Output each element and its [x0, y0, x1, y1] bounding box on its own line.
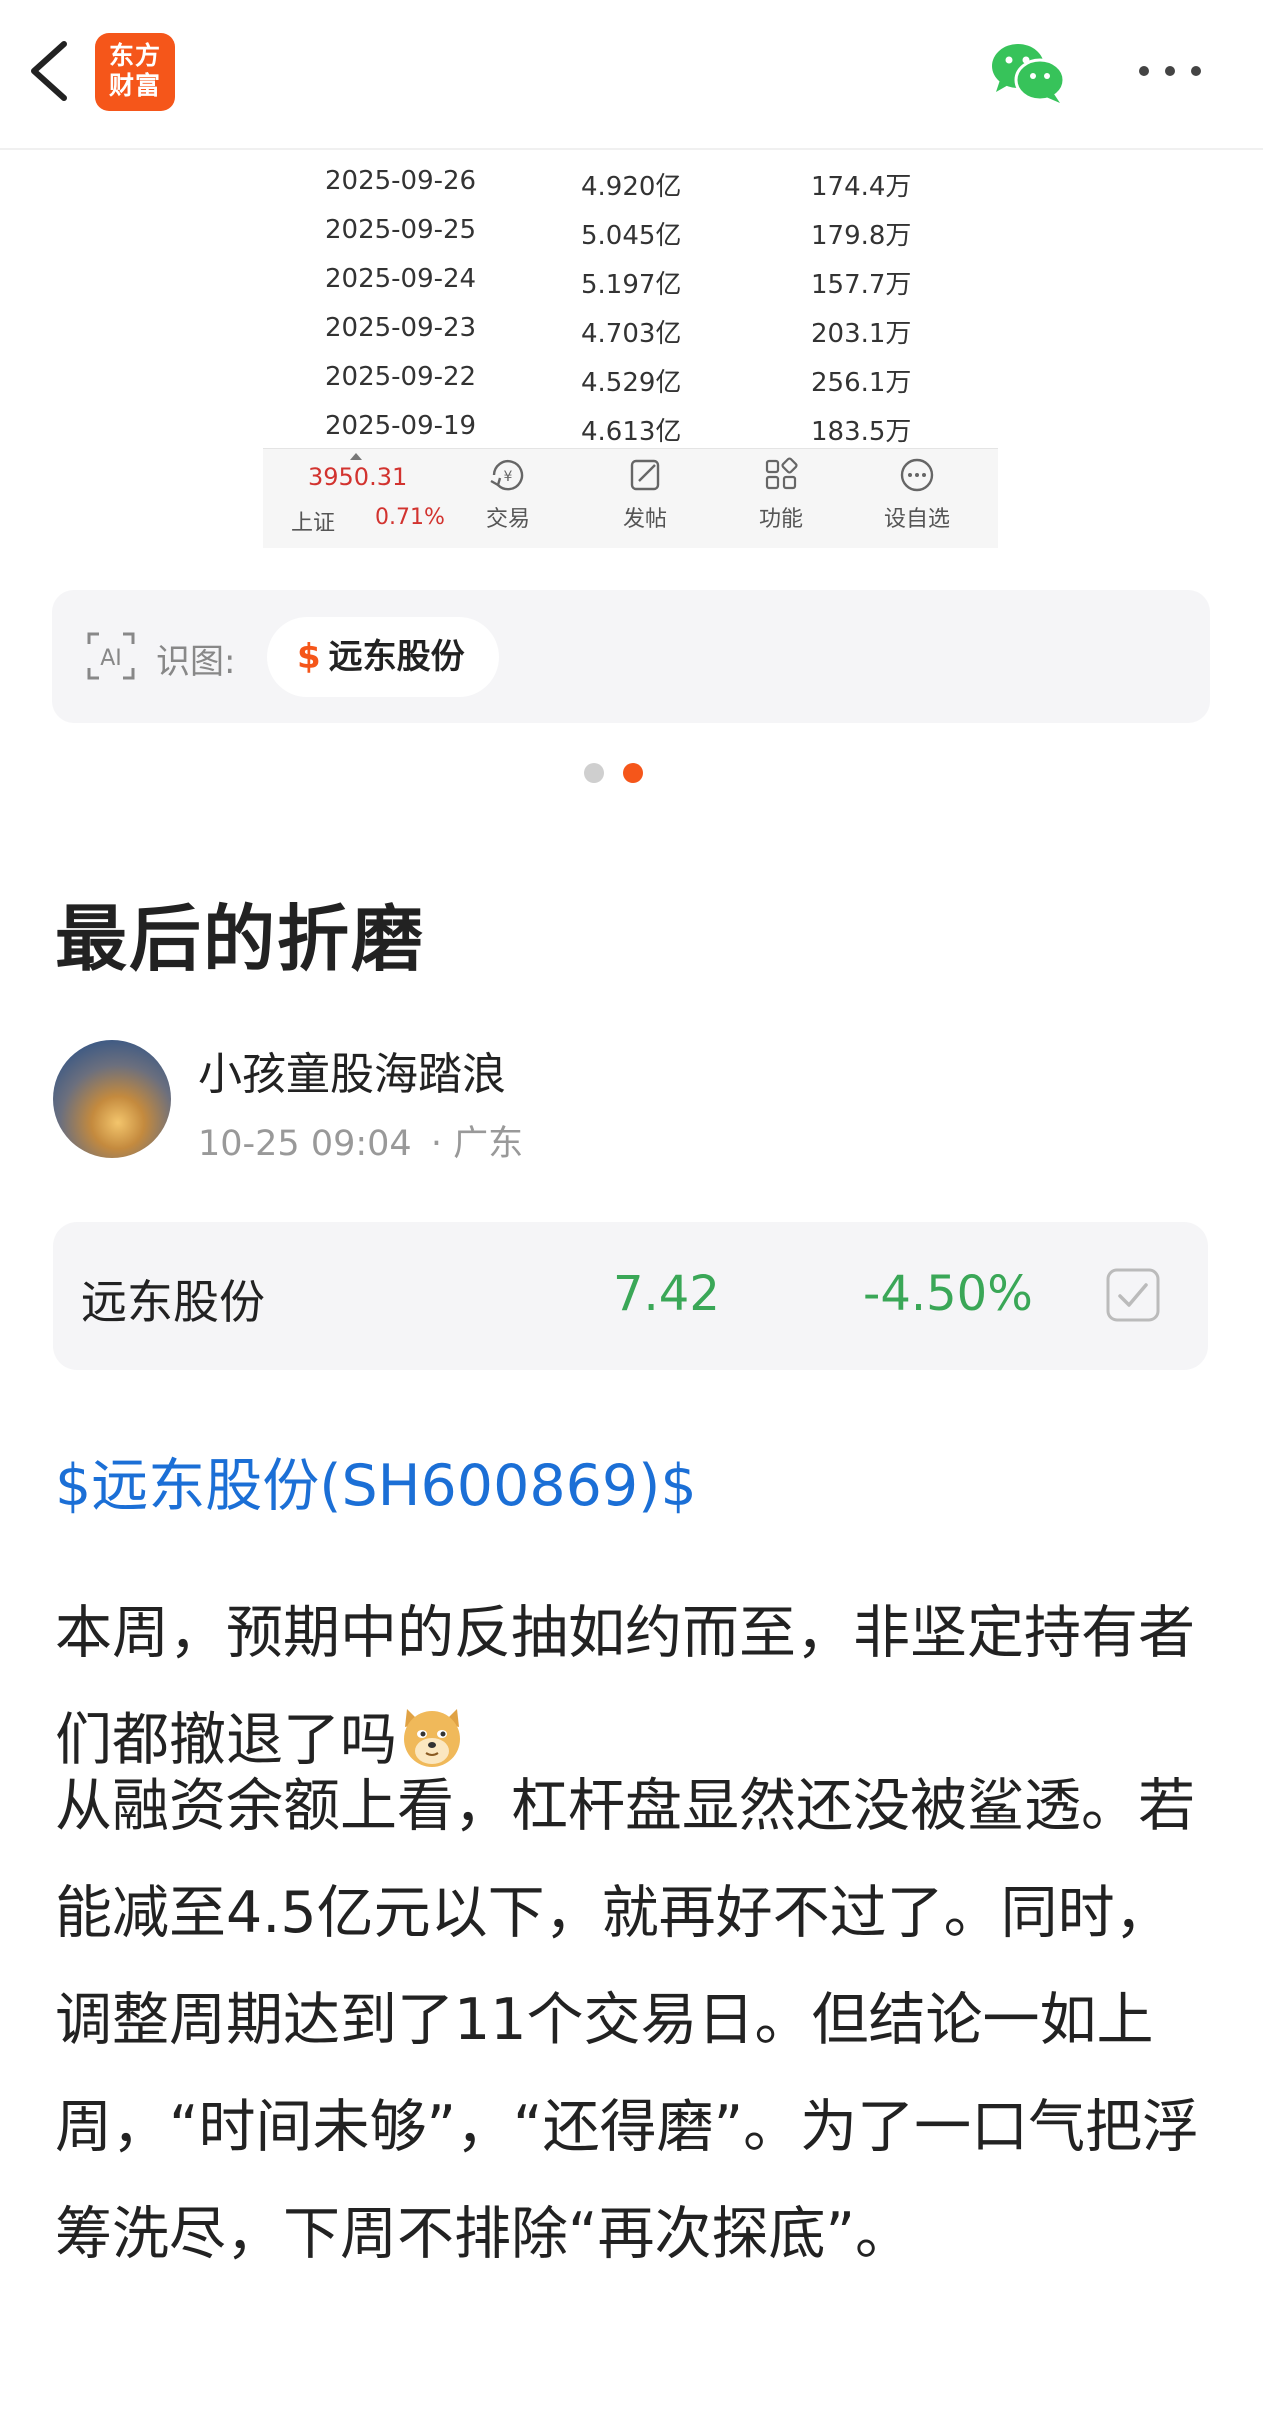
table-cell-volume: 179.8万: [811, 221, 912, 251]
post-time: 10-25 09:04: [198, 1124, 412, 1164]
toolbar-post: 发帖: [600, 457, 690, 533]
index-caret-icon: [350, 453, 362, 460]
table-cell-balance: 4.703亿: [581, 319, 682, 349]
table-row: 2025-09-19 4.613亿 183.5万: [263, 405, 998, 454]
toolbar-watchlist: 设自选: [872, 457, 962, 533]
embedded-toolbar: 3950.31 上证 0.71% ¥ 交易 发帖 功能 设自选: [263, 448, 998, 548]
avatar[interactable]: [53, 1040, 171, 1158]
index-value: 3950.31: [308, 463, 408, 491]
table-cell-volume: 256.1万: [811, 368, 912, 398]
table-cell-balance: 5.197亿: [581, 270, 682, 300]
toolbar-watchlist-label: 设自选: [883, 507, 950, 532]
table-cell-date: 2025-09-24: [325, 264, 477, 294]
table-cell-balance: 4.920亿: [581, 172, 682, 202]
checkbox-icon[interactable]: [1105, 1267, 1161, 1323]
table-row: 2025-09-24 5.197亿 157.7万: [263, 258, 998, 307]
table-cell-balance: 5.045亿: [581, 221, 682, 251]
table-cell-date: 2025-09-19: [325, 411, 477, 441]
table-row: 2025-09-22 4.529亿 256.1万: [263, 356, 998, 405]
table-cell-volume: 203.1万: [811, 319, 912, 349]
table-cell-date: 2025-09-26: [325, 166, 477, 196]
carousel-dot-active[interactable]: [623, 763, 643, 783]
index-name: 上证: [291, 511, 336, 536]
article-paragraph-2: 从融资余额上看，杠杆盘显然还没被鲨透。若能减至4.5亿元以下，就再好不过了。同时…: [55, 1773, 1200, 2267]
toolbar-trade: ¥ 交易: [463, 457, 553, 533]
top-bar: 东方 财富: [0, 0, 1263, 150]
recognized-stock-name: 远东股份: [328, 637, 465, 677]
post-location: · 广东: [430, 1124, 524, 1164]
carousel-dot[interactable]: [584, 763, 604, 783]
back-icon[interactable]: [22, 36, 82, 106]
ai-label: 识图:: [156, 642, 236, 682]
logo-text-top: 东方: [108, 41, 161, 70]
table-cell-balance: 4.529亿: [581, 368, 682, 398]
table-row: 2025-09-25 5.045亿 179.8万: [263, 209, 998, 258]
grid-icon: [765, 457, 798, 490]
toolbar-trade-label: 交易: [485, 507, 530, 532]
post-meta: 10-25 09:04 · 广东: [198, 1115, 523, 1166]
margin-table: 2025-09-26 4.920亿 174.4万 2025-09-25 5.04…: [263, 160, 998, 454]
carousel-indicator: [584, 763, 662, 787]
stock-tag-link[interactable]: $远东股份(SH600869)$: [55, 1440, 697, 1522]
app-logo: 东方 财富: [95, 33, 175, 111]
table-row: 2025-09-23 4.703亿 203.1万: [263, 307, 998, 356]
table-cell-volume: 183.5万: [811, 417, 912, 447]
author-name[interactable]: 小孩童股海踏浪: [198, 1038, 506, 1102]
wechat-icon[interactable]: [988, 40, 1068, 105]
logo-text-bottom: 财富: [108, 71, 161, 100]
table-cell-volume: 157.7万: [811, 270, 912, 300]
ellipsis-circle-icon: [900, 458, 934, 492]
dollar-icon: $: [297, 637, 321, 677]
table-row: 2025-09-26 4.920亿 174.4万: [263, 160, 998, 209]
article-title: 最后的折磨: [55, 897, 426, 981]
recognized-stock-pill[interactable]: $ 远东股份: [267, 617, 499, 697]
paragraph-1-text: 本周，预期中的反抽如约而至，非坚定持有者们都撤退了吗: [55, 1600, 1195, 1773]
table-cell-balance: 4.613亿: [581, 417, 682, 447]
toolbar-function-label: 功能: [758, 507, 803, 532]
toolbar-post-label: 发帖: [622, 507, 667, 532]
index-change: 0.71%: [375, 505, 445, 530]
ai-icon: AI: [87, 632, 135, 680]
quote-change: -4.50%: [863, 1266, 1033, 1322]
quote-price: 7.42: [613, 1266, 720, 1322]
quote-stock-name: 远东股份: [81, 1275, 265, 1329]
svg-text:AI: AI: [100, 646, 122, 671]
edit-icon: [630, 459, 660, 491]
ai-recognition-card: AI 识图: $ 远东股份: [52, 590, 1210, 723]
table-cell-date: 2025-09-25: [325, 215, 477, 245]
table-cell-date: 2025-09-22: [325, 362, 477, 392]
table-cell-date: 2025-09-23: [325, 313, 477, 343]
toolbar-function: 功能: [736, 457, 826, 533]
table-cell-volume: 174.4万: [811, 172, 912, 202]
more-icon[interactable]: [1135, 60, 1205, 82]
trade-icon: ¥: [490, 460, 524, 491]
stock-quote-card[interactable]: 远东股份 7.42 -4.50%: [53, 1222, 1208, 1370]
svg-text:¥: ¥: [504, 469, 513, 485]
